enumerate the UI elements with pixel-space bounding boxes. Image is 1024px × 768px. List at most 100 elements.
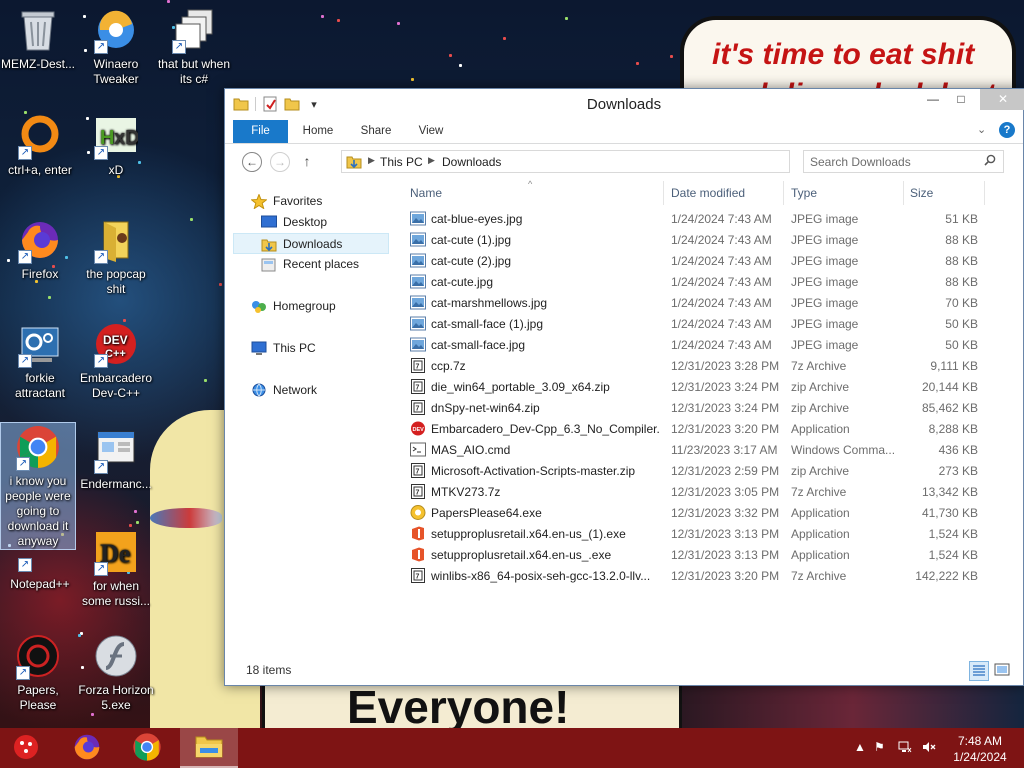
- desktop-icon-papers-please[interactable]: ↗ Papers, Please: [0, 632, 76, 713]
- file-name: winlibs-x86_64-posix-seh-gcc-13.2.0-llv.…: [431, 569, 651, 583]
- column-header-size[interactable]: Size: [910, 186, 933, 200]
- address-bar[interactable]: ▶ This PC ▶ Downloads ⌄ ↻: [341, 150, 900, 173]
- column-divider[interactable]: [903, 181, 904, 205]
- file-row[interactable]: setupproplusretail.x64.en-us_(1).exe 12/3…: [404, 523, 1004, 544]
- up-button[interactable]: ↑: [297, 152, 317, 172]
- file-row[interactable]: cat-blue-eyes.jpg 1/24/2024 7:43 AM JPEG i…: [404, 208, 1004, 229]
- back-button[interactable]: ←: [242, 152, 262, 172]
- nav-homegroup[interactable]: Homegroup: [233, 296, 389, 317]
- file-row[interactable]: cat-marshmellows.jpg 1/24/2024 7:43 AM JPE…: [404, 292, 1004, 313]
- details-view-button[interactable]: [969, 661, 989, 681]
- search-input[interactable]: [810, 154, 980, 170]
- downloads-folder-icon: [261, 237, 277, 252]
- large-icons-view-button[interactable]: [993, 661, 1013, 681]
- desktop-icon-firefox[interactable]: ↗ Firefox: [2, 216, 78, 282]
- file-row[interactable]: 7 Microsoft-Activation-Scripts-master.zip…: [404, 460, 1004, 481]
- desktop-icon-endermanch[interactable]: ↗ Endermanc...: [78, 426, 154, 492]
- desktop-icon-label: i know you people were going to download…: [5, 474, 71, 548]
- nav-desktop[interactable]: Desktop: [233, 212, 389, 233]
- action-center-flag-icon[interactable]: ⚑: [874, 740, 885, 754]
- star-icon: [250, 193, 268, 210]
- office-icon: [410, 547, 426, 562]
- desktop-icon-popcap[interactable]: ↗ the popcap shit: [78, 216, 154, 297]
- desktop-icon-chrome[interactable]: ↗ i know you people were going to downlo…: [0, 422, 76, 550]
- help-icon[interactable]: ?: [999, 122, 1015, 138]
- nav-recent-places[interactable]: Recent places: [233, 254, 389, 275]
- taskbar-chrome[interactable]: [118, 728, 176, 768]
- confetti-piece: [321, 15, 324, 18]
- file-row[interactable]: 7 die_win64_portable_3.09_x64.zip 12/31/20…: [404, 376, 1004, 397]
- taskbar-clock[interactable]: 7:48 AM 1/24/2024: [940, 733, 1020, 765]
- start-button[interactable]: [0, 728, 52, 768]
- file-date-modified: 11/23/2023 3:17 AM: [671, 443, 778, 457]
- tab-share[interactable]: Share: [347, 120, 405, 143]
- column-header-date[interactable]: Date modified: [671, 186, 745, 200]
- nav-label: Recent places: [283, 257, 360, 271]
- file-row[interactable]: cat-small-face (1).jpg 1/24/2024 7:43 AM J…: [404, 313, 1004, 334]
- desktop-icon-forza[interactable]: Forza Horizon 5.exe: [78, 632, 154, 713]
- file-name: die_win64_portable_3.09_x64.zip: [431, 380, 610, 394]
- breadcrumb-separator[interactable]: ▶: [428, 155, 435, 166]
- address-row: ← → ↑ ▶ This PC ▶ Downloads ⌄ ↻: [225, 147, 1023, 177]
- file-size: 8,288 KB: [928, 422, 978, 436]
- desktop-icon-memz[interactable]: MEMZ-Dest...: [0, 6, 76, 72]
- nav-this-pc[interactable]: This PC: [233, 338, 389, 359]
- archive-icon: 7: [410, 484, 426, 499]
- column-header-name[interactable]: Name: [410, 186, 442, 200]
- volume-muted-icon[interactable]: [922, 740, 936, 757]
- maximize-button[interactable]: □: [947, 89, 975, 110]
- title-bar[interactable]: ▾ Downloads — □ ✕: [225, 89, 1024, 119]
- file-type: 7z Archive: [791, 359, 847, 373]
- desktop-icon-notepadpp[interactable]: ↗ Notepad++: [2, 548, 78, 592]
- file-type: JPEG image: [791, 233, 859, 247]
- column-divider[interactable]: [984, 181, 985, 205]
- nav-label: Homegroup: [273, 299, 336, 313]
- minimize-button[interactable]: —: [919, 89, 947, 110]
- file-row[interactable]: 7 dnSpy-net-win64.zip 12/31/2023 3:24 PM zi…: [404, 397, 1004, 418]
- column-divider[interactable]: [663, 181, 664, 205]
- search-icon[interactable]: [984, 154, 996, 169]
- nav-downloads[interactable]: Downloads: [233, 233, 389, 254]
- confetti-piece: [219, 283, 222, 286]
- file-row[interactable]: cat-cute.jpg 1/24/2024 7:43 AM JPEG image 8…: [404, 271, 1004, 292]
- breadcrumb-this-pc[interactable]: This PC: [380, 155, 423, 169]
- file-row[interactable]: PapersPlease64.exe 12/31/2023 3:32 PM Appl…: [404, 502, 1004, 523]
- desktop-icon-copy-stack[interactable]: ↗ that but when its c#: [156, 6, 232, 87]
- status-bar: 18 items: [225, 657, 1023, 685]
- file-row[interactable]: MAS_AIO.cmd 11/23/2023 3:17 AM Windows Com…: [404, 439, 1004, 460]
- column-header-type[interactable]: Type: [791, 186, 817, 200]
- nav-network[interactable]: Network: [233, 380, 389, 401]
- file-row[interactable]: 7 winlibs-x86_64-posix-seh-gcc-13.2.0-llv…: [404, 565, 1004, 586]
- close-button[interactable]: ✕: [980, 89, 1024, 110]
- desktop-icon-winaero[interactable]: ↗ Winaero Tweaker: [78, 6, 154, 87]
- network-status-icon[interactable]: [898, 740, 912, 757]
- search-box[interactable]: [803, 150, 1004, 173]
- tab-file[interactable]: File: [233, 120, 288, 143]
- breadcrumb-separator[interactable]: ▶: [368, 155, 375, 166]
- file-row[interactable]: cat-small-face.jpg 1/24/2024 7:43 AM JPEG …: [404, 334, 1004, 355]
- tab-home[interactable]: Home: [289, 120, 347, 143]
- file-row[interactable]: cat-cute (1).jpg 1/24/2024 7:43 AM JPEG im…: [404, 229, 1004, 250]
- taskbar-file-explorer[interactable]: [180, 728, 238, 768]
- archive-icon: 7: [410, 358, 426, 373]
- taskbar-firefox[interactable]: [58, 728, 116, 768]
- show-hidden-icons-icon[interactable]: ▲: [854, 740, 866, 754]
- nav-favorites[interactable]: Favorites: [233, 191, 389, 212]
- desktop-icon-ctrl-a[interactable]: ↗ ctrl+a, enter: [2, 112, 78, 178]
- file-row[interactable]: 7 MTKV273.7z 12/31/2023 3:05 PM 7z Archive 1…: [404, 481, 1004, 502]
- desktop-icon-forkie[interactable]: ↗ forkie attractant: [2, 320, 78, 401]
- file-size: 70 KB: [945, 296, 978, 310]
- column-divider[interactable]: [783, 181, 784, 205]
- forward-button[interactable]: →: [270, 152, 290, 172]
- file-row[interactable]: 7 ccp.7z 12/31/2023 3:28 PM 7z Archive 9,111…: [404, 355, 1004, 376]
- tab-view[interactable]: View: [405, 120, 457, 143]
- chrome-icon: ↗: [14, 423, 62, 471]
- file-row[interactable]: setupproplusretail.x64.en-us_.exe 12/31/2…: [404, 544, 1004, 565]
- desktop-icon-hxd[interactable]: HxD ↗ xD: [78, 112, 154, 178]
- desktop-icon-de[interactable]: De ↗ for when some russi...: [78, 528, 154, 609]
- file-row[interactable]: DEV Embarcadero_Dev-Cpp_6.3_No_Compiler..…: [404, 418, 1004, 439]
- desktop-icon-devcpp[interactable]: DEV C++ ↗ Embarcadero Dev-C++: [78, 320, 154, 401]
- breadcrumb-downloads[interactable]: Downloads: [442, 155, 501, 169]
- file-row[interactable]: cat-cute (2).jpg 1/24/2024 7:43 AM JPEG im…: [404, 250, 1004, 271]
- expand-ribbon-icon[interactable]: ⌄: [977, 123, 986, 136]
